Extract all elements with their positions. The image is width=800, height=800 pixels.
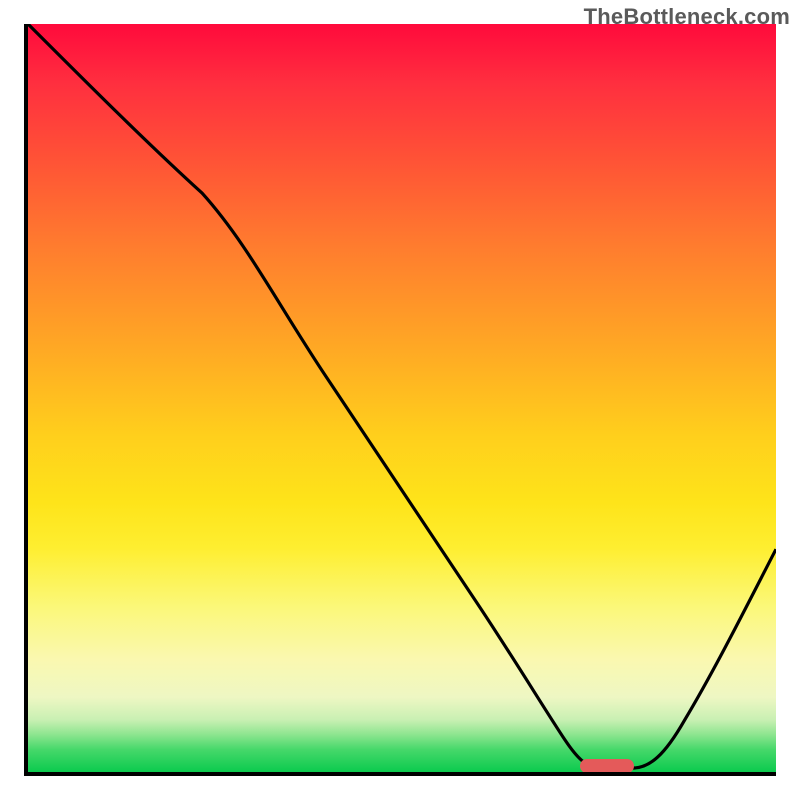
bottleneck-curve-svg <box>28 24 776 772</box>
plot-area <box>24 24 776 776</box>
watermark-label: TheBottleneck.com <box>584 4 790 30</box>
optimal-range-marker <box>580 759 634 773</box>
bottleneck-curve-path <box>28 24 776 768</box>
bottleneck-chart: TheBottleneck.com <box>0 0 800 800</box>
